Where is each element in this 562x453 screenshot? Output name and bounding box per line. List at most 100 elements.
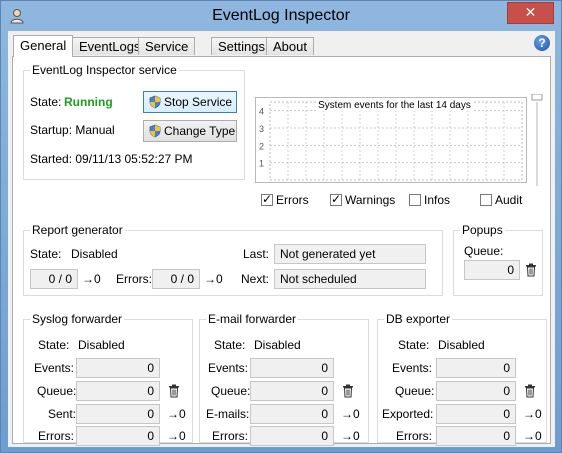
- popups-group: Popups Queue: 0: [453, 223, 543, 296]
- report-last-label: Last:: [243, 247, 270, 261]
- email-emails-field: 0: [250, 404, 334, 424]
- reset-counter-icon[interactable]: →0: [167, 407, 186, 421]
- trash-icon[interactable]: [168, 384, 180, 398]
- help-icon[interactable]: ?: [534, 35, 550, 51]
- report-state-label: State:: [30, 247, 62, 261]
- report-last-field: Not generated yet: [274, 244, 426, 264]
- events-chart: 4 3 2 1 System events for the last 14 days: [255, 97, 527, 183]
- db-group-title: DB exporter: [384, 312, 453, 326]
- db-exporter-group: DB exporter State: Disabled Events: 0 Qu…: [377, 312, 547, 446]
- db-errors-label: Errors:: [396, 429, 432, 443]
- reset-counter-icon[interactable]: →0: [167, 429, 186, 443]
- filter-infos-checkbox[interactable]: Infos: [409, 193, 450, 207]
- chart-scrollbar[interactable]: [531, 94, 543, 186]
- syslog-state-label: State:: [38, 338, 70, 352]
- tab-service-log[interactable]: Service Log: [138, 37, 196, 72]
- checkbox-box[interactable]: ✓: [261, 192, 273, 206]
- chart-y-tick-label: 1: [259, 159, 264, 169]
- service-state-value: Running: [64, 95, 113, 109]
- check-mark-icon: ✓: [262, 192, 273, 206]
- filter-label: Audit: [495, 193, 523, 207]
- checkbox-box[interactable]: [480, 194, 492, 206]
- email-state-label: State:: [214, 338, 246, 352]
- uac-shield-icon: [149, 95, 161, 109]
- chart-y-tick-label: 3: [259, 124, 264, 134]
- filter-label: Infos: [424, 193, 451, 207]
- service-group-title: EventLog Inspector service: [30, 63, 179, 77]
- reset-counter-icon[interactable]: →0: [523, 429, 542, 443]
- filter-errors-checkbox[interactable]: ✓ Errors: [261, 192, 309, 207]
- db-exported-label: Exported:: [382, 407, 434, 421]
- filter-audit-checkbox[interactable]: Audit: [480, 193, 522, 207]
- reset-counter-icon[interactable]: →0: [82, 272, 101, 286]
- syslog-group-title: Syslog forwarder: [30, 312, 125, 326]
- change-type-label: Change Type: [164, 124, 236, 138]
- stop-service-button[interactable]: Stop Service: [143, 91, 237, 113]
- chart-y-tick-label: 4: [259, 107, 264, 117]
- report-state-value: Disabled: [71, 247, 118, 261]
- syslog-forwarder-group: Syslog forwarder State: Disabled Events:…: [23, 312, 193, 446]
- syslog-queue-label: Queue:: [37, 384, 77, 398]
- tab-about[interactable]: About: [266, 37, 314, 55]
- checkbox-box[interactable]: ✓: [330, 192, 342, 206]
- popups-group-title: Popups: [460, 223, 505, 237]
- chart-y-tick-label: 2: [259, 141, 264, 151]
- uac-shield-icon: [149, 124, 161, 138]
- service-state-label: State:: [30, 95, 62, 109]
- popups-queue-field: 0: [464, 260, 520, 280]
- email-forwarder-group: E-mail forwarder State: Disabled Events:…: [199, 312, 369, 446]
- tab-eventlogs[interactable]: EventLogs: [72, 37, 148, 55]
- trash-icon[interactable]: [525, 263, 537, 277]
- report-errors-field: 0 / 0: [152, 269, 200, 289]
- filter-warnings-checkbox[interactable]: ✓ Warnings: [330, 192, 396, 207]
- email-state-value: Disabled: [254, 338, 301, 352]
- reset-counter-icon[interactable]: →0: [341, 407, 360, 421]
- window-title: EventLog Inspector: [212, 7, 350, 24]
- service-group: EventLog Inspector service State: Runnin…: [23, 63, 245, 180]
- email-emails-label: E-mails:: [206, 407, 250, 421]
- service-started-label: Started: 09/11/13 05:52:27 PM: [30, 152, 193, 166]
- chart-title: System events for the last 14 days: [316, 100, 473, 111]
- chart-frame: [269, 101, 523, 181]
- trash-icon[interactable]: [342, 384, 354, 398]
- tab-general[interactable]: General: [13, 35, 74, 57]
- db-queue-field: 0: [436, 381, 516, 401]
- general-tab-panel: EventLog Inspector service State: Runnin…: [12, 56, 551, 446]
- popups-queue-label: Queue:: [464, 244, 504, 258]
- email-events-label: Events:: [208, 361, 249, 375]
- check-mark-icon: ✓: [331, 192, 342, 206]
- email-errors-field: 0: [250, 426, 334, 446]
- db-state-value: Disabled: [438, 338, 485, 352]
- db-errors-field: 0: [436, 426, 516, 446]
- email-group-title: E-mail forwarder: [206, 312, 299, 326]
- checkbox-box[interactable]: [409, 194, 421, 206]
- report-generator-group: Report generator State: Disabled 0 / 0 →…: [23, 223, 443, 296]
- report-count-field: 0 / 0: [30, 269, 78, 289]
- report-errors-label: Errors:: [116, 272, 152, 286]
- reset-counter-icon[interactable]: →0: [523, 407, 542, 421]
- report-group-title: Report generator: [30, 223, 125, 237]
- change-type-button[interactable]: Change Type: [143, 120, 237, 142]
- tab-settings[interactable]: Settings: [211, 37, 272, 55]
- syslog-state-value: Disabled: [78, 338, 125, 352]
- email-events-field: 0: [250, 358, 334, 378]
- client-area: General EventLogs Service Log Settings A…: [8, 31, 555, 447]
- trash-icon[interactable]: [524, 384, 536, 398]
- syslog-queue-field: 0: [76, 381, 160, 401]
- title-bar[interactable]: EventLog Inspector ✕: [1, 1, 561, 31]
- filter-label: Errors: [276, 193, 309, 207]
- syslog-sent-field: 0: [76, 404, 160, 424]
- db-events-label: Events:: [392, 361, 433, 375]
- syslog-events-field: 0: [76, 358, 160, 378]
- email-queue-label: Queue:: [211, 384, 251, 398]
- email-errors-label: Errors:: [212, 429, 248, 443]
- reset-counter-icon[interactable]: →0: [204, 272, 223, 286]
- filter-label: Warnings: [345, 193, 396, 207]
- syslog-sent-label: Sent:: [48, 407, 77, 421]
- db-queue-label: Queue:: [395, 384, 435, 398]
- email-queue-field: 0: [250, 381, 334, 401]
- reset-counter-icon[interactable]: →0: [341, 429, 360, 443]
- stop-service-label: Stop Service: [164, 95, 233, 109]
- service-startup-label: Startup: Manual: [30, 123, 115, 137]
- close-button[interactable]: ✕: [507, 2, 554, 24]
